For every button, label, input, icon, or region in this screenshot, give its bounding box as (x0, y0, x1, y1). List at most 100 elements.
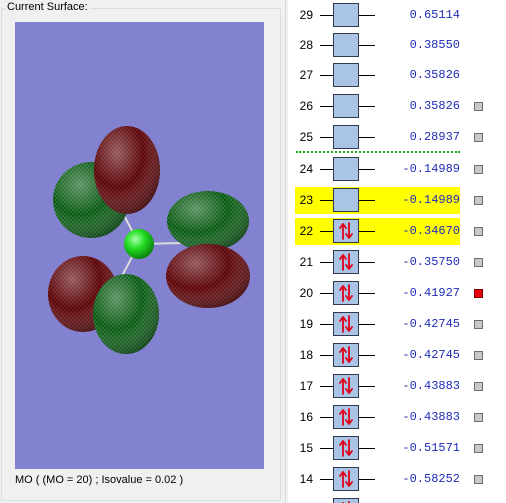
mo-level-box[interactable] (333, 281, 359, 305)
mo-level-box[interactable] (333, 405, 359, 429)
mo-level-box[interactable] (333, 63, 359, 87)
mo-energy: 0.35826 (409, 68, 460, 82)
mo-level-line-left (320, 231, 333, 232)
mo-level-line-right (359, 169, 375, 170)
mo-row[interactable]: 23 -0.14989 (288, 185, 506, 216)
mo-level-box[interactable] (333, 312, 359, 336)
mo-level-box[interactable] (333, 374, 359, 398)
mo-energy: -0.42745 (402, 348, 460, 362)
mo-energy: -0.14989 (402, 193, 460, 207)
mo-level-box[interactable] (333, 250, 359, 274)
mo-index: 18 (299, 348, 313, 362)
mo-level-box[interactable] (333, 498, 359, 503)
mo-row[interactable]: 24 -0.14989 (288, 154, 506, 185)
orbital-render (48, 126, 250, 354)
mo-energy: -0.35750 (402, 255, 460, 269)
mo-energy: -0.58252 (402, 472, 460, 486)
mo-row[interactable]: 26 0.35826 (288, 91, 506, 122)
mo-level-line-left (320, 355, 333, 356)
mo-surface-checkbox[interactable] (474, 444, 483, 453)
mo-surface-checkbox[interactable] (474, 133, 483, 142)
mo-row[interactable]: 15 -0.51571 (288, 433, 506, 464)
mo-surface-checkbox[interactable] (474, 102, 483, 111)
mo-surface-checkbox[interactable] (474, 258, 483, 267)
mo-level-box[interactable] (333, 467, 359, 491)
mo-index: 20 (299, 286, 313, 300)
lobe-green-right (167, 191, 249, 251)
mo-level-line-left (320, 479, 333, 480)
mo-index: 26 (299, 99, 313, 113)
mo-level-line-right (359, 231, 375, 232)
mo-surface-checkbox[interactable] (474, 320, 483, 329)
mo-level-box[interactable] (333, 343, 359, 367)
mo-level-line-right (359, 355, 375, 356)
mo-level-line-right (359, 106, 375, 107)
mo-level-line-left (320, 324, 333, 325)
mo-level-line-right (359, 45, 375, 46)
mo-row[interactable]: 20 -0.41927 (288, 278, 506, 309)
mo-row[interactable] (288, 495, 506, 503)
mo-row[interactable]: 21 -0.35750 (288, 247, 506, 278)
mo-level-box[interactable] (333, 157, 359, 181)
mo-surface-checkbox[interactable] (474, 227, 483, 236)
mo-level-box[interactable] (333, 33, 359, 57)
mo-level-box[interactable] (333, 188, 359, 212)
mo-surface-checkbox[interactable] (474, 382, 483, 391)
mo-energy: 0.38550 (409, 38, 460, 52)
mo-surface-checkbox[interactable] (474, 413, 483, 422)
lobe-red-upper (94, 126, 160, 214)
mo-surface-checkbox[interactable] (474, 289, 483, 298)
mo-level-line-left (320, 200, 333, 201)
mo-index: 17 (299, 379, 313, 393)
mo-row[interactable]: 19 -0.42745 (288, 309, 506, 340)
mo-row[interactable]: 25 0.28937 (288, 122, 506, 153)
molecule-viewport[interactable] (15, 22, 264, 469)
mo-row[interactable]: 16 -0.43883 (288, 402, 506, 433)
mo-level-line-left (320, 448, 333, 449)
mo-index: 28 (299, 38, 313, 52)
mo-surface-checkbox[interactable] (474, 351, 483, 360)
mo-row[interactable]: 28 0.38550 (288, 30, 506, 61)
mo-level-line-left (320, 106, 333, 107)
mo-row[interactable]: 18 -0.42745 (288, 340, 506, 371)
mo-level-line-right (359, 479, 375, 480)
mo-energy: 0.65114 (409, 8, 460, 22)
mo-level-line-left (320, 386, 333, 387)
mo-level-line-left (320, 45, 333, 46)
mo-index: 24 (299, 162, 313, 176)
mo-energy-diagram[interactable]: 29 0.65114 28 0.38550 27 0.35826 26 0.35826 25 0.… (288, 0, 506, 503)
mo-level-box[interactable] (333, 219, 359, 243)
mo-row[interactable]: 22 -0.34670 (288, 216, 506, 247)
mo-level-line-right (359, 448, 375, 449)
mo-level-box[interactable] (333, 94, 359, 118)
mo-level-line-left (320, 262, 333, 263)
mo-row[interactable]: 29 0.65114 (288, 0, 506, 31)
surface-status-text: MO ( (MO = 20) ; Isovalue = 0.02 ) (15, 474, 184, 486)
mo-index: 22 (299, 224, 313, 238)
mo-index: 23 (299, 193, 313, 207)
mo-level-line-right (359, 200, 375, 201)
mo-level-line-right (359, 262, 375, 263)
mo-index: 21 (299, 255, 313, 269)
mo-index: 19 (299, 317, 313, 331)
mo-surface-checkbox[interactable] (474, 475, 483, 484)
mo-level-box[interactable] (333, 436, 359, 460)
mo-energy: -0.51571 (402, 441, 460, 455)
mo-surface-checkbox[interactable] (474, 165, 483, 174)
lobe-green-lower (93, 274, 159, 354)
mo-level-line-left (320, 293, 333, 294)
mo-energy: 0.35826 (409, 99, 460, 113)
mo-energy: -0.41927 (402, 286, 460, 300)
mo-level-line-right (359, 137, 375, 138)
mo-index: 15 (299, 441, 313, 455)
mo-energy: -0.42745 (402, 317, 460, 331)
mo-level-box[interactable] (333, 125, 359, 149)
mo-row[interactable]: 14 -0.58252 (288, 464, 506, 495)
mo-index: 29 (299, 8, 313, 22)
mo-row[interactable]: 27 0.35826 (288, 60, 506, 91)
mo-surface-checkbox[interactable] (474, 196, 483, 205)
mo-level-line-right (359, 75, 375, 76)
mo-level-box[interactable] (333, 3, 359, 27)
lobe-red-right (166, 244, 250, 308)
mo-row[interactable]: 17 -0.43883 (288, 371, 506, 402)
